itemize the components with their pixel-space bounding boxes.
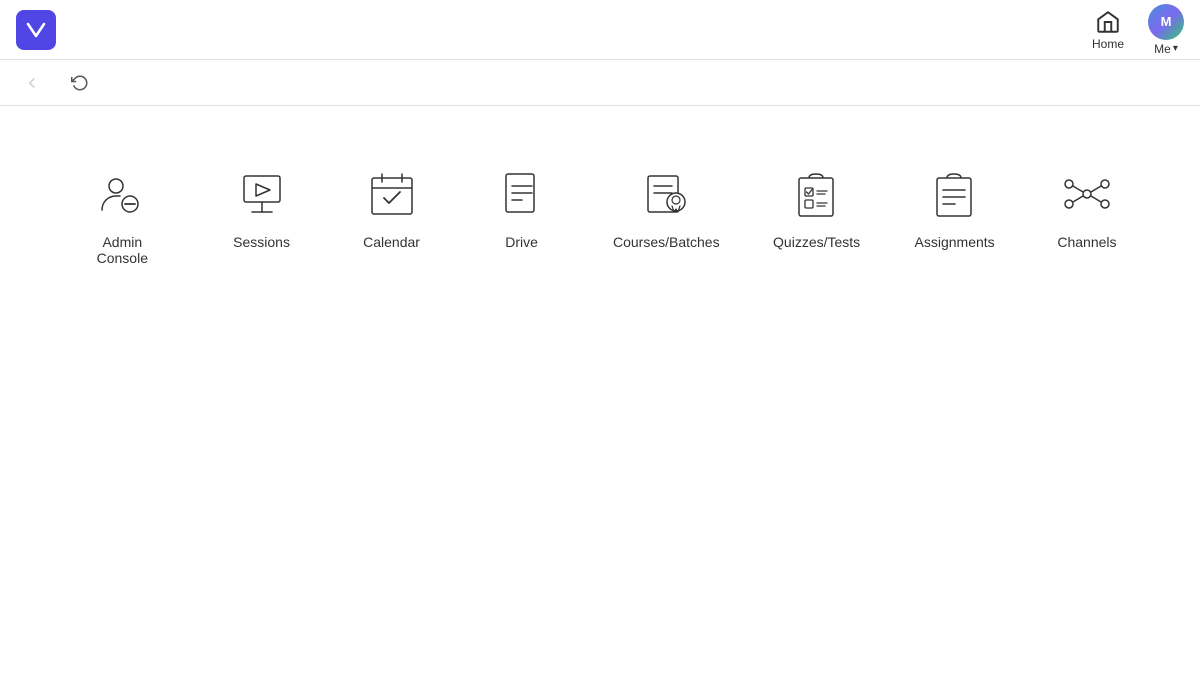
sessions-icon	[234, 166, 290, 222]
quizzes-tests-icon	[789, 166, 845, 222]
home-label: Home	[1092, 37, 1124, 51]
header: Home M Me ▾	[0, 0, 1200, 60]
courses-batches-item[interactable]: Courses/Batches	[587, 146, 746, 270]
quizzes-tests-label: Quizzes/Tests	[773, 234, 860, 250]
sessions-label: Sessions	[233, 234, 290, 250]
channels-icon	[1059, 166, 1115, 222]
logo[interactable]	[16, 10, 56, 50]
chevron-down-icon: ▾	[1173, 43, 1178, 54]
avatar: M	[1148, 4, 1184, 40]
calendar-item[interactable]: Calendar	[327, 146, 457, 270]
refresh-button[interactable]	[64, 67, 96, 99]
main-content: Admin Console Sessions	[0, 106, 1200, 326]
channels-label: Channels	[1057, 234, 1116, 250]
logo-icon	[24, 18, 48, 42]
admin-console-label: Admin Console	[78, 234, 167, 266]
header-right: Home M Me ▾	[1092, 4, 1184, 56]
back-button[interactable]	[16, 67, 48, 99]
assignments-label: Assignments	[915, 234, 995, 250]
assignments-item[interactable]: Assignments	[887, 146, 1022, 270]
home-nav[interactable]: Home	[1092, 9, 1124, 51]
back-icon	[23, 74, 41, 92]
quizzes-tests-item[interactable]: Quizzes/Tests	[746, 146, 887, 270]
sessions-item[interactable]: Sessions	[197, 146, 327, 270]
calendar-label: Calendar	[363, 234, 420, 250]
courses-batches-icon	[638, 166, 694, 222]
app-grid: Admin Console Sessions	[48, 146, 1152, 286]
me-nav[interactable]: M Me ▾	[1148, 4, 1184, 56]
channels-item[interactable]: Channels	[1022, 146, 1152, 270]
home-icon	[1095, 9, 1121, 35]
refresh-icon	[71, 74, 89, 92]
drive-label: Drive	[505, 234, 538, 250]
toolbar	[0, 60, 1200, 106]
drive-icon	[494, 166, 550, 222]
courses-batches-label: Courses/Batches	[613, 234, 720, 250]
assignments-icon	[927, 166, 983, 222]
calendar-icon	[364, 166, 420, 222]
admin-console-item[interactable]: Admin Console	[48, 146, 197, 286]
drive-item[interactable]: Drive	[457, 146, 587, 270]
admin-console-icon	[94, 166, 150, 222]
me-label-row: Me ▾	[1154, 42, 1178, 56]
me-text: Me	[1154, 42, 1171, 56]
